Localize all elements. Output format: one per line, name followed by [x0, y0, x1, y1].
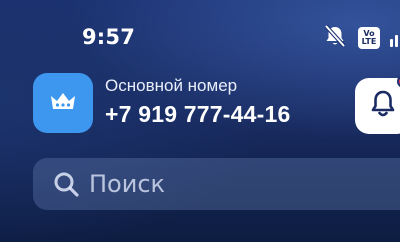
account-number: +7 919 777-44-16 — [105, 101, 291, 127]
bell-icon — [368, 88, 398, 125]
crown-icon — [48, 89, 78, 118]
status-time: 9:57 — [82, 25, 136, 49]
status-bar: 9:57 Vo LTE — [0, 0, 400, 70]
signal-icon — [390, 27, 400, 49]
bell-slash-icon — [322, 24, 348, 53]
search-bar[interactable]: Поиск — [33, 158, 400, 210]
status-icons: Vo LTE — [322, 24, 400, 53]
notifications-button[interactable] — [355, 75, 400, 134]
account-avatar[interactable] — [33, 73, 93, 133]
search-input[interactable]: Поиск — [89, 170, 165, 198]
volte-icon: Vo LTE — [358, 27, 380, 49]
account-label: Основной номер — [105, 76, 238, 95]
search-icon — [51, 169, 81, 199]
volte-bottom-label: LTE — [361, 37, 377, 46]
account-row[interactable]: Основной номер +7 919 777-44-16 — [33, 73, 400, 143]
